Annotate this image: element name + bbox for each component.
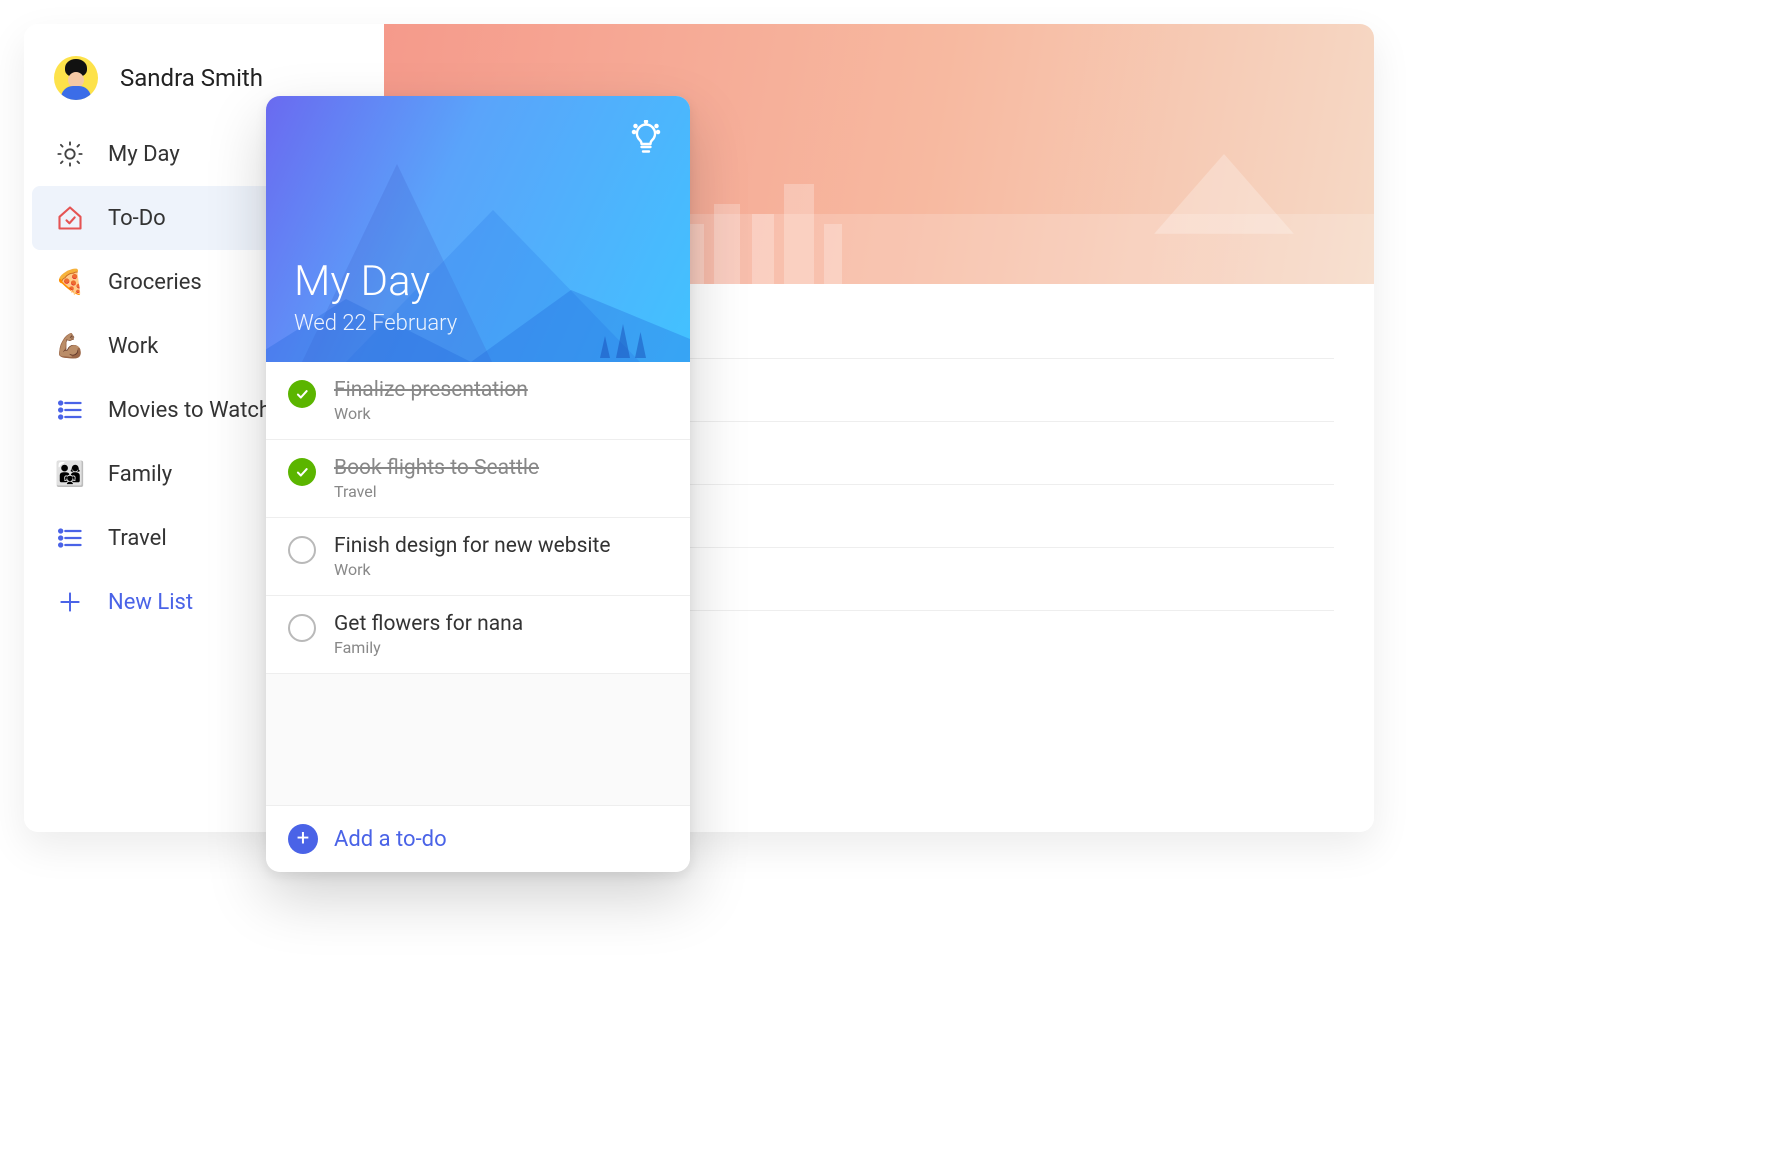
new-list-label: New List bbox=[108, 590, 193, 615]
task-list-label: Family bbox=[334, 638, 523, 657]
add-todo-button[interactable]: + Add a to-do bbox=[266, 805, 690, 872]
family-icon: 👨‍👩‍👧 bbox=[54, 458, 86, 490]
plus-icon bbox=[54, 586, 86, 618]
my-day-panel: My Day Wed 22 February Finalize presenta… bbox=[266, 96, 690, 872]
task-title: Book flights to Seattle bbox=[334, 456, 539, 480]
task-list-label: Travel bbox=[334, 482, 539, 501]
task-title: Finalize presentation bbox=[334, 378, 528, 402]
plus-circle-icon: + bbox=[288, 824, 318, 854]
suggestions-button[interactable] bbox=[622, 116, 670, 164]
panel-hero: My Day Wed 22 February bbox=[266, 96, 690, 362]
task-row[interactable]: Finalize presentation Work bbox=[266, 362, 690, 440]
add-todo-label: Add a to-do bbox=[334, 827, 447, 852]
panel-task-list: Finalize presentation Work Book flights … bbox=[266, 362, 690, 805]
sidebar-item-label: Travel bbox=[108, 526, 167, 551]
sun-icon bbox=[54, 138, 86, 170]
desktop-window: Sandra Smith My Day bbox=[24, 24, 1374, 832]
task-title: Finish design for new website bbox=[334, 534, 611, 558]
sidebar-item-label: Movies to Watch bbox=[108, 398, 271, 423]
sidebar-item-label: To-Do bbox=[108, 206, 166, 231]
task-checkbox-icon[interactable] bbox=[288, 458, 316, 486]
profile-name: Sandra Smith bbox=[120, 64, 263, 92]
task-checkbox-icon[interactable] bbox=[288, 536, 316, 564]
task-checkbox-icon[interactable] bbox=[288, 614, 316, 642]
list-icon bbox=[54, 394, 86, 426]
task-row[interactable]: Book flights to Seattle Travel bbox=[266, 440, 690, 518]
task-checkbox-icon[interactable] bbox=[288, 380, 316, 408]
list-icon bbox=[54, 522, 86, 554]
home-check-icon bbox=[54, 202, 86, 234]
sidebar-item-label: My Day bbox=[108, 142, 180, 167]
lightbulb-icon bbox=[628, 120, 664, 160]
task-list-label: Work bbox=[334, 560, 611, 579]
sidebar-item-label: Work bbox=[108, 334, 158, 359]
task-row[interactable]: Finish design for new website Work bbox=[266, 518, 690, 596]
task-row[interactable]: Get flowers for nana Family bbox=[266, 596, 690, 674]
flexed-arm-icon: 💪🏽 bbox=[54, 330, 86, 362]
avatar bbox=[54, 56, 98, 100]
panel-title: My Day bbox=[294, 259, 662, 305]
task-title: Get flowers for nana bbox=[334, 612, 523, 636]
pizza-icon: 🍕 bbox=[54, 266, 86, 298]
sidebar-item-label: Groceries bbox=[108, 270, 202, 295]
sidebar-item-label: Family bbox=[108, 462, 172, 487]
panel-date: Wed 22 February bbox=[294, 311, 662, 336]
task-list-label: Work bbox=[334, 404, 528, 423]
